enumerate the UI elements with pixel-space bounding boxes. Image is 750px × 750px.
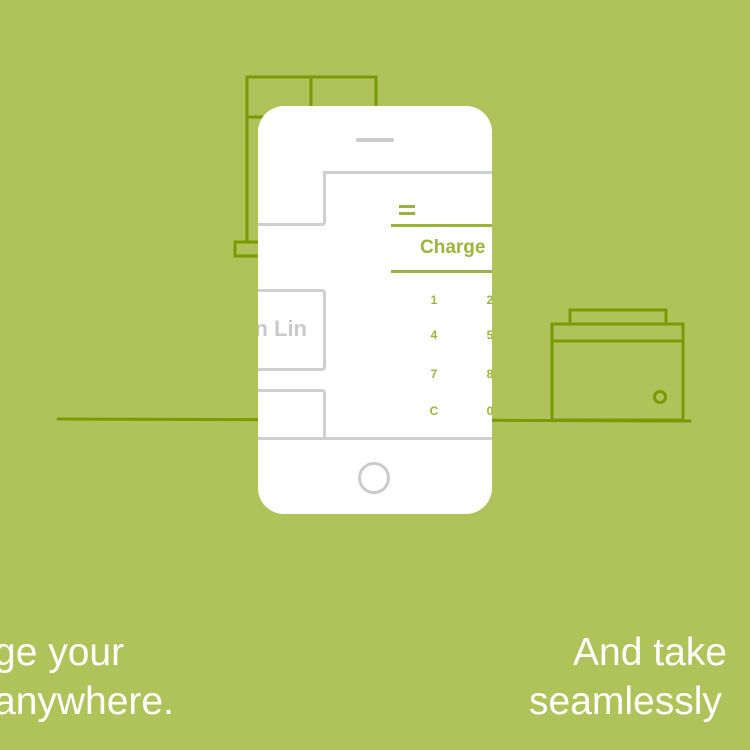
home-button[interactable] [358,462,390,494]
caption-left-line-2: anywhere. [0,680,174,723]
screen-bottom-edge [258,437,492,440]
charge-button[interactable]: Charge [420,237,485,259]
hamburger-menu-icon[interactable] [399,205,415,215]
caption-right-line-1: And take [573,631,727,674]
keypad-key[interactable]: 8 [480,367,492,381]
list-card-name: n Lin [258,316,307,341]
keypad-key[interactable]: 1 [424,293,444,307]
keypad-key[interactable]: 7 [424,367,444,381]
divider [391,224,492,227]
phone-mockup: n Lin Charge 1 2 4 5 7 8 C 0 [258,106,492,514]
cash-drawer-icon [550,308,685,422]
keypad-key[interactable]: 2 [480,293,492,307]
list-card[interactable] [258,389,326,440]
caption-left-line-1: ge your [0,631,125,674]
caption-left: ge your anywhere. [0,628,174,726]
divider [391,270,492,273]
keypad-key[interactable]: C [424,404,444,418]
list-card[interactable] [258,171,326,226]
phone-screen: n Lin Charge 1 2 4 5 7 8 C 0 [258,171,492,440]
caption-right: And take seamlessly [529,628,727,726]
caption-right-line-2: seamlessly [529,680,722,723]
keypad-key[interactable]: 0 [480,404,492,418]
keypad-key[interactable]: 4 [424,328,444,342]
keypad-key[interactable]: 5 [480,328,492,342]
list-card[interactable]: n Lin [258,289,326,371]
phone-speaker [356,138,394,142]
